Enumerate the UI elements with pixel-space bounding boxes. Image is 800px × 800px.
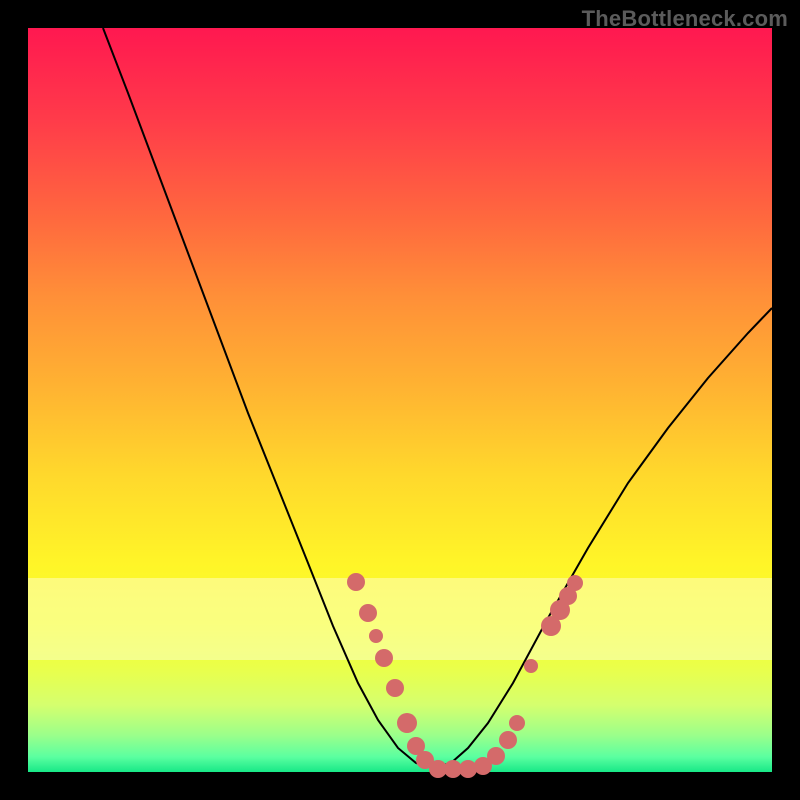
curve-marker xyxy=(524,659,538,673)
curve-marker xyxy=(375,649,393,667)
curve-marker xyxy=(499,731,517,749)
curve-marker xyxy=(487,747,505,765)
curve-marker xyxy=(386,679,404,697)
curve-marker xyxy=(567,575,583,591)
curve-marker xyxy=(509,715,525,731)
curve-marker xyxy=(359,604,377,622)
curve-marker xyxy=(369,629,383,643)
chart-plot-area xyxy=(28,28,772,772)
curve-marker xyxy=(347,573,365,591)
curve-marker xyxy=(397,713,417,733)
attribution-text: TheBottleneck.com xyxy=(582,6,788,32)
